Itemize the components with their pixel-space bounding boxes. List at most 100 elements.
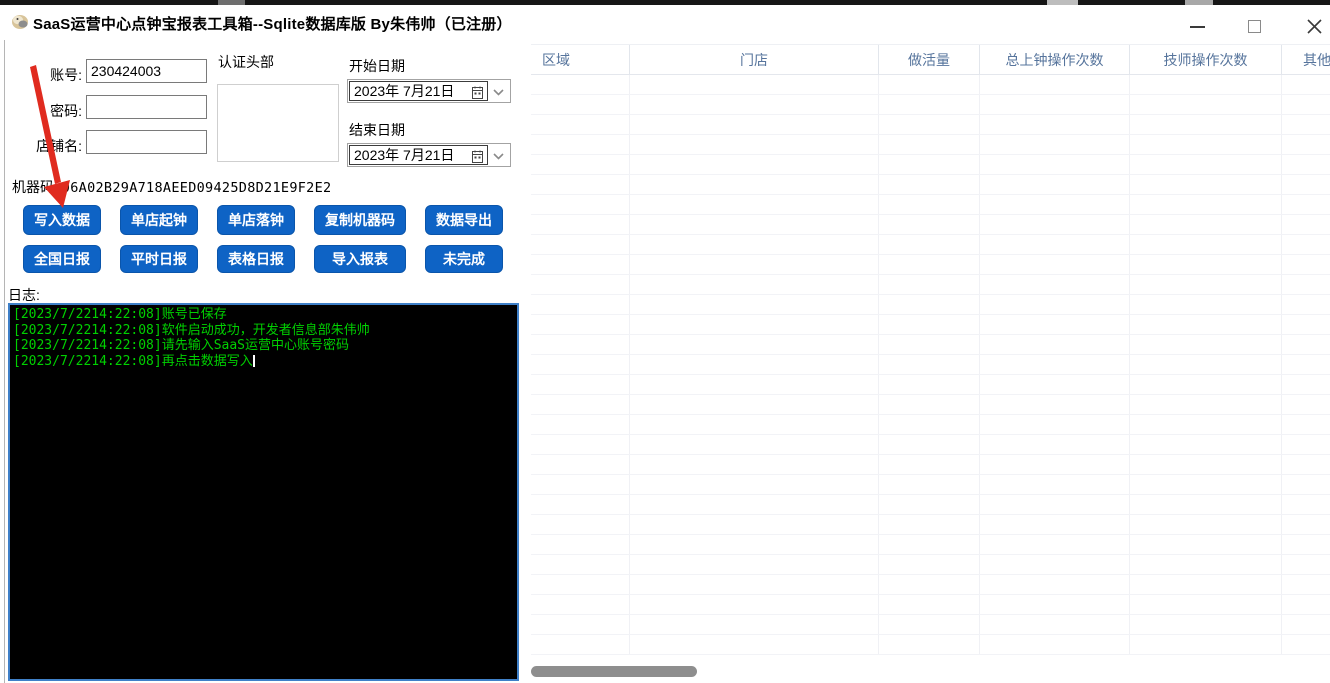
table-row[interactable] xyxy=(531,415,1330,435)
table-cell xyxy=(531,575,630,594)
calendar-icon xyxy=(472,150,483,163)
table-cell xyxy=(1130,635,1282,654)
log-console[interactable]: [2023/7/2214:22:08]账号已保存[2023/7/2214:22:… xyxy=(8,303,519,681)
table-cell xyxy=(630,375,879,394)
table-row[interactable] xyxy=(531,555,1330,575)
table-row[interactable] xyxy=(531,475,1330,495)
window-border xyxy=(4,40,5,683)
column-header[interactable]: 区域 xyxy=(531,45,630,74)
table-cell xyxy=(531,315,630,334)
table-row[interactable] xyxy=(531,95,1330,115)
minimize-button[interactable] xyxy=(1175,10,1219,43)
log-line: [2023/7/2214:22:08]请先输入SaaS运营中心账号密码 xyxy=(13,338,514,354)
action-button[interactable]: 数据导出 xyxy=(425,205,503,235)
table-cell xyxy=(630,355,879,374)
horizontal-scrollbar-thumb[interactable] xyxy=(531,666,697,677)
table-cell xyxy=(980,435,1130,454)
table-cell xyxy=(1130,615,1282,634)
auth-avatar-label: 认证头部 xyxy=(218,52,274,72)
action-button[interactable]: 全国日报 xyxy=(23,245,101,273)
action-button[interactable]: 单店落钟 xyxy=(217,205,295,235)
table-cell xyxy=(879,575,980,594)
column-header[interactable]: 技师操作次数 xyxy=(1130,45,1282,74)
table-cell xyxy=(980,535,1130,554)
table-row[interactable] xyxy=(531,175,1330,195)
table-row[interactable] xyxy=(531,515,1330,535)
start-date-picker[interactable]: 2023年 7月21日 xyxy=(347,79,511,103)
table-row[interactable] xyxy=(531,135,1330,155)
table-cell xyxy=(531,135,630,154)
window-title: SaaS运营中心点钟宝报表工具箱--Sqlite数据库版 By朱伟帅（已注册） xyxy=(33,13,512,34)
end-date-value: 2023年 7月21日 xyxy=(354,145,454,165)
table-cell xyxy=(630,415,879,434)
table-cell xyxy=(531,455,630,474)
table-row[interactable] xyxy=(531,575,1330,595)
table-cell xyxy=(879,235,980,254)
table-row[interactable] xyxy=(531,295,1330,315)
table-row[interactable] xyxy=(531,635,1330,655)
table-row[interactable] xyxy=(531,495,1330,515)
table-row[interactable] xyxy=(531,455,1330,475)
table-row[interactable] xyxy=(531,115,1330,135)
column-header[interactable]: 门店 xyxy=(630,45,879,74)
table-cell xyxy=(980,335,1130,354)
password-input[interactable] xyxy=(86,95,207,119)
action-button[interactable]: 写入数据 xyxy=(23,205,101,235)
table-row[interactable] xyxy=(531,395,1330,415)
action-button[interactable]: 复制机器码 xyxy=(314,205,406,235)
column-header[interactable]: 其他 xyxy=(1282,45,1330,74)
table-row[interactable] xyxy=(531,355,1330,375)
table-row[interactable] xyxy=(531,615,1330,635)
table-cell xyxy=(1130,295,1282,314)
table-row[interactable] xyxy=(531,595,1330,615)
table-cell xyxy=(1130,135,1282,154)
close-button[interactable] xyxy=(1292,10,1330,43)
table-cell xyxy=(630,235,879,254)
maximize-button[interactable] xyxy=(1232,10,1276,43)
table-row[interactable] xyxy=(531,255,1330,275)
table-row[interactable] xyxy=(531,535,1330,555)
table-row[interactable] xyxy=(531,435,1330,455)
table-row[interactable] xyxy=(531,155,1330,175)
table-cell xyxy=(1282,295,1330,314)
account-input[interactable] xyxy=(86,59,207,83)
table-cell xyxy=(879,495,980,514)
table-cell xyxy=(1282,355,1330,374)
table-cell xyxy=(879,135,980,154)
table-cell xyxy=(630,195,879,214)
table-row[interactable] xyxy=(531,235,1330,255)
start-date-label: 开始日期 xyxy=(349,56,405,76)
action-button[interactable]: 表格日报 xyxy=(217,245,295,273)
shop-name-input[interactable] xyxy=(86,130,207,154)
table-cell xyxy=(1282,255,1330,274)
table-cell xyxy=(879,255,980,274)
table-cell xyxy=(879,535,980,554)
table-cell xyxy=(879,395,980,414)
table-row[interactable] xyxy=(531,215,1330,235)
table-cell xyxy=(980,475,1130,494)
table-cell xyxy=(630,95,879,114)
table-row[interactable] xyxy=(531,375,1330,395)
action-button[interactable]: 未完成 xyxy=(425,245,503,273)
minimize-icon xyxy=(1190,26,1205,28)
table-cell xyxy=(531,95,630,114)
action-button[interactable]: 平时日报 xyxy=(120,245,198,273)
column-header[interactable]: 做活量 xyxy=(879,45,980,74)
chevron-down-icon xyxy=(493,153,504,160)
table-cell xyxy=(1130,95,1282,114)
action-button[interactable]: 导入报表 xyxy=(314,245,406,273)
table-cell xyxy=(630,575,879,594)
table-cell xyxy=(1282,575,1330,594)
table-row[interactable] xyxy=(531,195,1330,215)
table-row[interactable] xyxy=(531,335,1330,355)
table-row[interactable] xyxy=(531,75,1330,95)
table-cell xyxy=(1130,535,1282,554)
action-button[interactable]: 单店起钟 xyxy=(120,205,198,235)
table-row[interactable] xyxy=(531,315,1330,335)
table-row[interactable] xyxy=(531,275,1330,295)
table-cell xyxy=(879,595,980,614)
end-date-picker[interactable]: 2023年 7月21日 xyxy=(347,143,511,167)
column-header[interactable]: 总上钟操作次数 xyxy=(980,45,1130,74)
table-cell xyxy=(630,155,879,174)
table-cell xyxy=(980,455,1130,474)
